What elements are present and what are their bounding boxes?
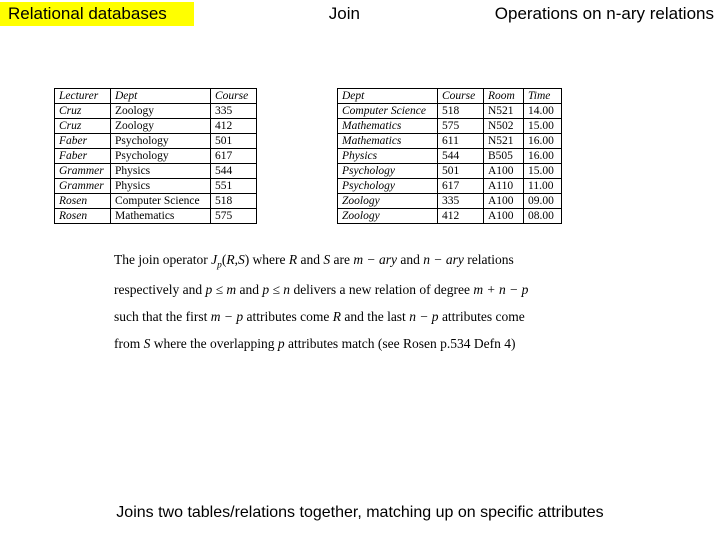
slide-header: Relational databases Join Operations on … — [0, 0, 720, 28]
table-row: Psychology617A11011.00 — [338, 179, 562, 194]
table-row: GrammerPhysics551 — [55, 179, 257, 194]
table-row: FaberPsychology501 — [55, 134, 257, 149]
col-dept: Dept — [111, 89, 211, 104]
table-row: CruzZoology335 — [55, 104, 257, 119]
col-dept: Dept — [338, 89, 438, 104]
join-definition: The join operator Jp(R,S) where R and S … — [0, 224, 720, 357]
table-row: GrammerPhysics544 — [55, 164, 257, 179]
table-row: Computer Science518N52114.00 — [338, 104, 562, 119]
table-row: Zoology412A10008.00 — [338, 209, 562, 224]
table-header-row: Lecturer Dept Course — [55, 89, 257, 104]
table-row: CruzZoology412 — [55, 119, 257, 134]
topic-label: Relational databases — [0, 2, 194, 26]
table-row: Mathematics611N52116.00 — [338, 134, 562, 149]
table-row: Zoology335A10009.00 — [338, 194, 562, 209]
slide-title: Join — [194, 2, 495, 26]
col-course: Course — [211, 89, 257, 104]
section-label: Operations on n-ary relations — [495, 2, 720, 26]
footer-caption: Joins two tables/relations together, mat… — [0, 504, 720, 522]
table-row: FaberPsychology617 — [55, 149, 257, 164]
table-row: Psychology501A10015.00 — [338, 164, 562, 179]
room-table: Dept Course Room Time Computer Science51… — [337, 88, 562, 224]
table-row: Mathematics575N50215.00 — [338, 119, 562, 134]
table-row: RosenMathematics575 — [55, 209, 257, 224]
col-time: Time — [524, 89, 562, 104]
tables-container: Lecturer Dept Course CruzZoology335 Cruz… — [0, 28, 720, 224]
lecturer-table: Lecturer Dept Course CruzZoology335 Cruz… — [54, 88, 257, 224]
col-lecturer: Lecturer — [55, 89, 111, 104]
col-room: Room — [484, 89, 524, 104]
col-course: Course — [438, 89, 484, 104]
table-row: RosenComputer Science518 — [55, 194, 257, 209]
table-row: Physics544B50516.00 — [338, 149, 562, 164]
table-header-row: Dept Course Room Time — [338, 89, 562, 104]
